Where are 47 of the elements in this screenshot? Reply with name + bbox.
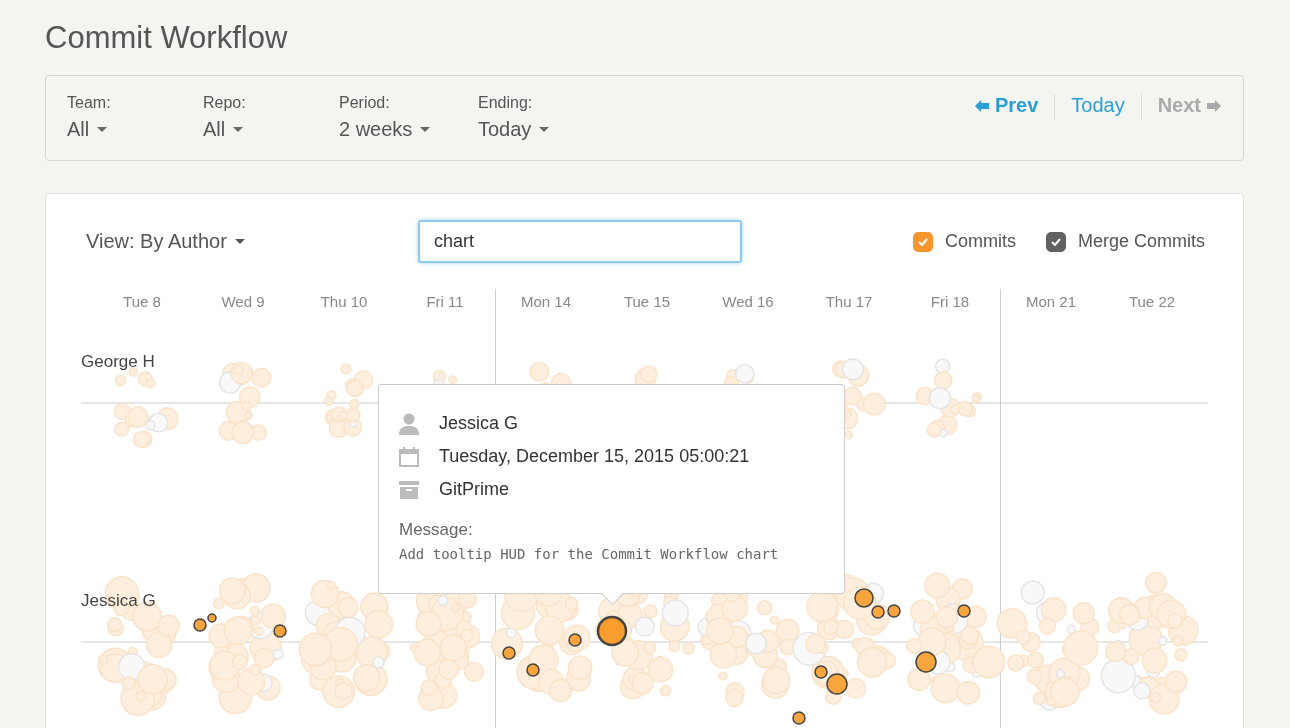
toggle-label: Commits bbox=[944, 231, 1016, 252]
checkbox[interactable] bbox=[912, 231, 933, 252]
filter-dropdown[interactable]: All bbox=[67, 118, 203, 141]
tooltip-author: Jessica G bbox=[439, 413, 519, 434]
day-label: Tue 22 bbox=[1127, 292, 1177, 312]
filter-label: Repo: bbox=[203, 94, 247, 112]
message-label: Message: bbox=[399, 520, 474, 540]
day-label: Mon 14 bbox=[495, 289, 596, 314]
author-label: Jessica G bbox=[81, 591, 156, 611]
tooltip-date: Tuesday, December 15, 2015 05:00:21 bbox=[439, 446, 750, 467]
filter-label: Period: bbox=[339, 94, 391, 112]
view-dropdown[interactable]: View: By Author bbox=[86, 230, 418, 253]
calendar-icon bbox=[399, 446, 419, 467]
toggle-checkbox[interactable]: Merge Commits bbox=[1045, 231, 1205, 252]
archive-box-icon bbox=[399, 480, 419, 499]
arrow-left-icon bbox=[974, 99, 989, 112]
tooltip-repo: GitPrime bbox=[439, 479, 509, 500]
check-icon bbox=[1050, 237, 1061, 246]
filter-label: Ending: bbox=[478, 94, 534, 112]
checkbox[interactable] bbox=[1045, 231, 1066, 252]
filter-dropdown[interactable]: 2 weeks bbox=[339, 118, 478, 141]
caret-icon bbox=[539, 126, 550, 133]
day-label: Tue 8 bbox=[122, 292, 162, 312]
day-label: Thu 17 bbox=[824, 292, 874, 312]
caret-icon bbox=[420, 126, 431, 133]
toggle-label: Merge Commits bbox=[1077, 231, 1205, 252]
day-label: Wed 9 bbox=[220, 292, 266, 312]
day-label: Fri 18 bbox=[929, 292, 971, 312]
day-label: Thu 10 bbox=[319, 292, 369, 312]
search-field[interactable]: chart bbox=[418, 220, 742, 263]
caret-icon bbox=[233, 126, 244, 133]
check-icon bbox=[917, 237, 928, 246]
day-label: Fri 11 bbox=[425, 292, 465, 312]
day-label: Tue 15 bbox=[622, 292, 672, 312]
person-icon bbox=[399, 412, 419, 435]
toggle-checkbox[interactable]: Commits bbox=[912, 231, 1016, 252]
day-label: Wed 16 bbox=[721, 292, 775, 312]
filter-label: Team: bbox=[67, 94, 112, 112]
day-label: Mon 21 bbox=[1000, 289, 1101, 314]
filter-dropdown[interactable]: All bbox=[203, 118, 339, 141]
arrow-right-icon bbox=[1207, 99, 1221, 112]
filter-dropdown[interactable]: Today bbox=[478, 118, 614, 141]
caret-icon bbox=[97, 126, 108, 133]
caret-icon bbox=[234, 238, 245, 245]
author-label: George H bbox=[81, 352, 155, 372]
page-title: Commit Workflow bbox=[44, 19, 289, 55]
commit-message: Add tooltip HUD for the Commit Workflow chart bbox=[399, 546, 780, 562]
